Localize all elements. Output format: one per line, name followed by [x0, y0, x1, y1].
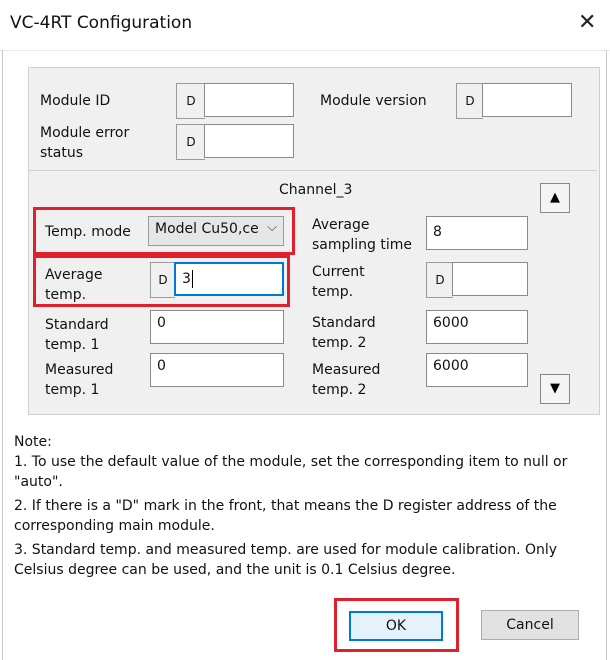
avg-sampling-label-line2: sampling time	[312, 237, 413, 253]
current-temp-label-line2: temp.	[312, 284, 354, 300]
meas-temp2-field[interactable]: 6000	[426, 353, 528, 387]
ok-button[interactable]: OK	[349, 611, 443, 641]
module-version-field[interactable]	[482, 83, 572, 117]
std-temp1-label-line1: Standard	[45, 317, 109, 333]
channel-down-button[interactable]: ▼	[540, 374, 570, 404]
current-temp-field[interactable]	[452, 262, 528, 296]
avg-temp-d-prefix: D	[150, 262, 175, 298]
panel-divider	[29, 170, 597, 171]
avg-temp-label-line1: Average	[45, 267, 103, 283]
temp-mode-label: Temp. mode	[45, 224, 131, 240]
meas-temp1-label-line2: temp. 1	[45, 382, 100, 398]
note-item-2: 2. If there is a "D" mark in the front, …	[14, 498, 557, 534]
std-temp1-label-line2: temp. 1	[45, 337, 100, 353]
std-temp2-label-line1: Standard	[312, 315, 376, 331]
temp-mode-value: Model Cu50,ce	[155, 221, 259, 237]
current-temp-d-prefix: D	[426, 262, 453, 298]
meas-temp2-label-line1: Measured	[312, 362, 381, 378]
channel-up-button[interactable]: ▲	[540, 183, 570, 213]
module-error-status-field[interactable]	[204, 124, 294, 158]
notes-section: Note: 1. To use the default value of the…	[14, 432, 594, 584]
module-error-status-label-line1: Module error	[40, 125, 130, 141]
avg-sampling-field[interactable]: 8	[426, 216, 528, 250]
std-temp2-label-line2: temp. 2	[312, 335, 367, 351]
dialog-border-left	[2, 50, 3, 660]
avg-temp-label-line2: temp.	[45, 287, 87, 303]
dialog-border-right	[606, 50, 607, 660]
avg-temp-value: 3	[182, 271, 191, 287]
meas-temp1-field[interactable]: 0	[150, 353, 284, 387]
std-temp1-field[interactable]: 0	[150, 310, 284, 344]
module-error-status-label-line2: status	[40, 145, 84, 161]
avg-temp-field[interactable]: 3	[174, 262, 284, 296]
module-id-label: Module ID	[40, 93, 111, 109]
std-temp2-field[interactable]: 6000	[426, 310, 528, 344]
module-error-status-d-prefix: D	[176, 124, 205, 160]
temp-mode-select[interactable]: Model Cu50,ce ⌵	[148, 216, 284, 246]
module-id-d-prefix: D	[176, 83, 205, 119]
module-id-field[interactable]	[204, 83, 294, 117]
notes-heading: Note:	[14, 434, 52, 450]
module-version-d-prefix: D	[456, 83, 483, 119]
text-caret	[191, 270, 193, 288]
channel-title: Channel_3	[279, 182, 353, 198]
cancel-button[interactable]: Cancel	[481, 610, 579, 640]
note-item-3: 3. Standard temp. and measured temp. are…	[14, 542, 558, 578]
chevron-down-icon: ⌵	[267, 220, 277, 235]
module-version-label: Module version	[320, 93, 427, 109]
current-temp-label-line1: Current	[312, 264, 365, 280]
meas-temp1-label-line1: Measured	[45, 362, 114, 378]
dialog-title: VC-4RT Configuration	[10, 13, 193, 33]
note-item-1: 1. To use the default value of the modul…	[14, 454, 568, 490]
meas-temp2-label-line2: temp. 2	[312, 382, 367, 398]
close-icon[interactable]: ✕	[578, 10, 596, 35]
avg-sampling-label-line1: Average	[312, 217, 370, 233]
